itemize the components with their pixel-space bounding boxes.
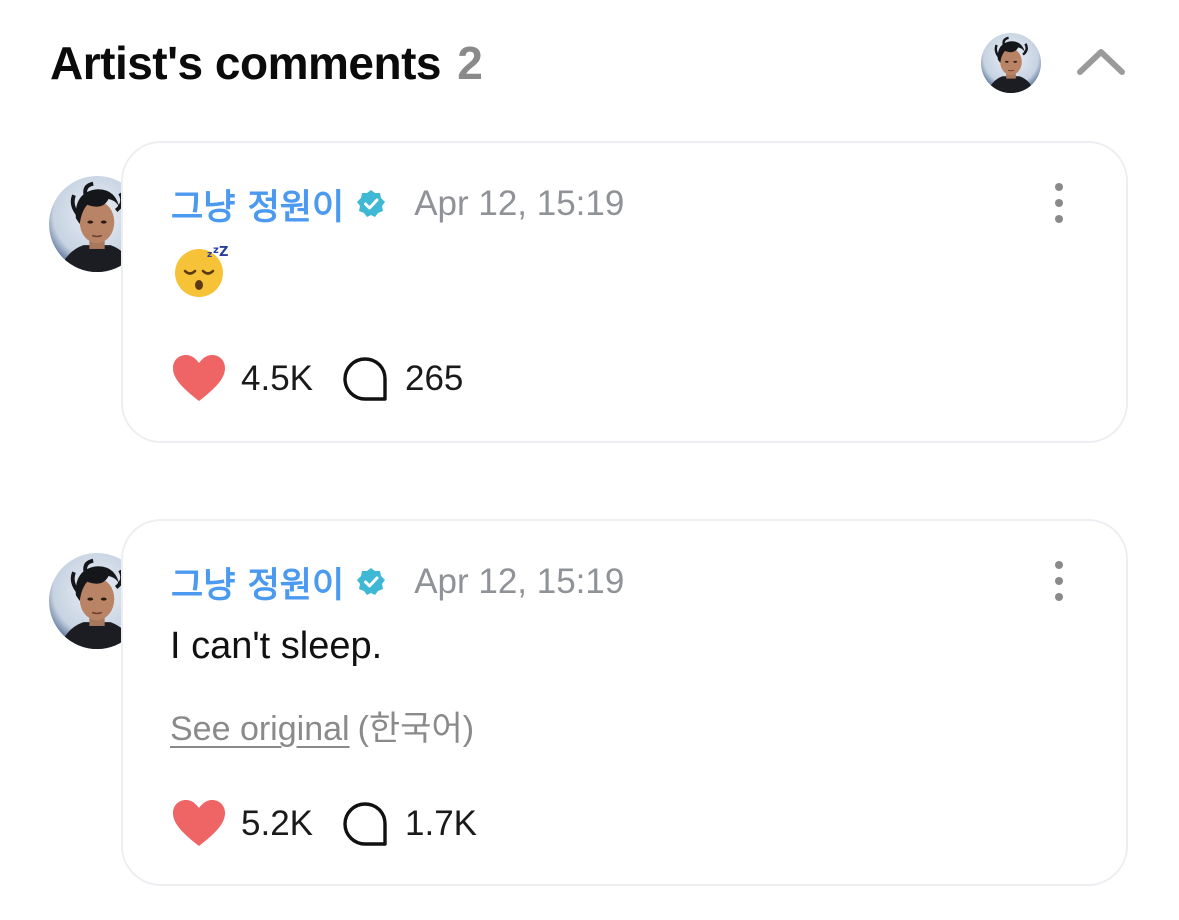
sleeping-face-emoji: z z Z bbox=[175, 245, 228, 297]
artist-avatar-image bbox=[981, 33, 1041, 93]
like-button[interactable]: 4.5K bbox=[171, 353, 341, 405]
like-count: 5.2K bbox=[241, 804, 313, 843]
heart-icon bbox=[173, 800, 225, 846]
original-language: (한국어) bbox=[357, 710, 475, 748]
comments-header: Artist's comments 2 bbox=[0, 0, 1179, 125]
more-options-button[interactable] bbox=[1047, 559, 1071, 603]
more-vertical-icon bbox=[1055, 183, 1063, 223]
comment-card: 그냥 정원이 Apr 12, 15:19 z z Z 4.5K 265 bbox=[121, 141, 1128, 443]
reply-count: 265 bbox=[405, 359, 464, 398]
comment-actions: 5.2K 1.7K bbox=[171, 798, 477, 850]
see-original-link[interactable]: See original bbox=[170, 710, 350, 748]
reply-button[interactable]: 265 bbox=[341, 355, 463, 403]
reply-button[interactable]: 1.7K bbox=[341, 800, 477, 848]
verified-badge-icon bbox=[357, 568, 386, 595]
comment-timestamp: Apr 12, 15:19 bbox=[414, 562, 625, 601]
comment-meta: 그냥 정원이 Apr 12, 15:19 bbox=[171, 179, 624, 229]
author-name[interactable]: 그냥 정원이 bbox=[171, 179, 344, 230]
translation-note: See original (한국어) bbox=[170, 701, 474, 750]
comment-card: 그냥 정원이 Apr 12, 15:19 I can't sleep. See … bbox=[121, 519, 1128, 886]
like-button[interactable]: 5.2K bbox=[171, 798, 341, 850]
author-name[interactable]: 그냥 정원이 bbox=[171, 557, 344, 608]
more-vertical-icon bbox=[1055, 561, 1063, 601]
speech-bubble-icon bbox=[343, 802, 387, 846]
artist-avatar-small[interactable] bbox=[981, 33, 1041, 93]
svg-text:Z: Z bbox=[219, 245, 228, 260]
more-options-button[interactable] bbox=[1047, 181, 1071, 225]
comment-timestamp: Apr 12, 15:19 bbox=[414, 184, 625, 223]
reply-count: 1.7K bbox=[405, 804, 477, 843]
comment-actions: 4.5K 265 bbox=[171, 353, 463, 405]
comment-meta: 그냥 정원이 Apr 12, 15:19 bbox=[171, 557, 624, 607]
comment-text: I can't sleep. bbox=[170, 625, 383, 667]
like-count: 4.5K bbox=[241, 359, 313, 398]
section-title-text: Artist's comments bbox=[50, 37, 442, 89]
chevron-up-icon bbox=[1077, 49, 1125, 75]
verified-badge-icon bbox=[357, 190, 386, 217]
section-title: Artist's comments 2 bbox=[50, 36, 483, 90]
heart-icon bbox=[173, 355, 225, 401]
speech-bubble-icon bbox=[343, 357, 387, 401]
collapse-button[interactable] bbox=[1072, 40, 1130, 84]
svg-text:z: z bbox=[207, 250, 212, 260]
comment-count: 2 bbox=[457, 37, 483, 89]
